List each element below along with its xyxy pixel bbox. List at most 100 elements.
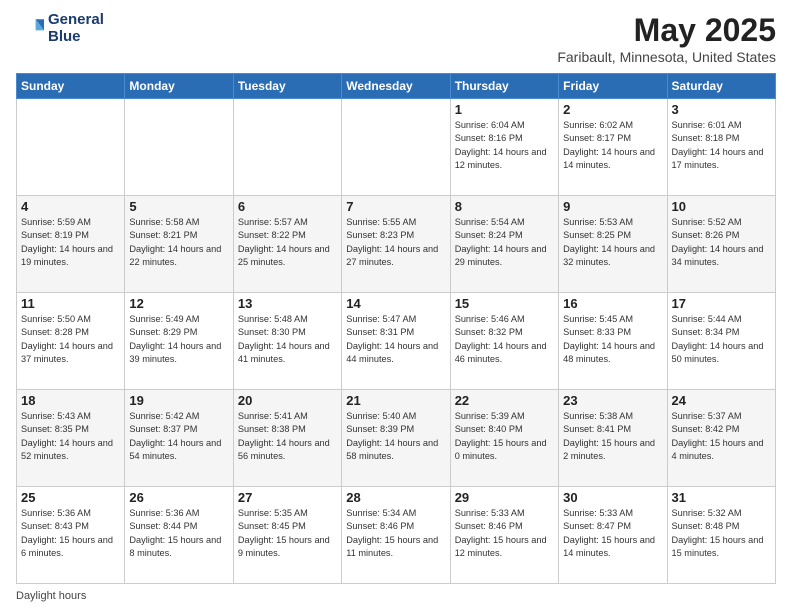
day-number: 23 — [563, 393, 662, 408]
day-info: Sunrise: 5:53 AM Sunset: 8:25 PM Dayligh… — [563, 216, 662, 269]
calendar-cell: 1Sunrise: 6:04 AM Sunset: 8:16 PM Daylig… — [450, 99, 558, 196]
calendar-header-row: SundayMondayTuesdayWednesdayThursdayFrid… — [17, 74, 776, 99]
calendar-cell: 17Sunrise: 5:44 AM Sunset: 8:34 PM Dayli… — [667, 293, 775, 390]
day-info: Sunrise: 5:57 AM Sunset: 8:22 PM Dayligh… — [238, 216, 337, 269]
day-info: Sunrise: 5:32 AM Sunset: 8:48 PM Dayligh… — [672, 507, 771, 560]
calendar-cell: 12 Sunrise: 5:49 AM Sunset: 8:29 PM Dayli… — [125, 293, 233, 390]
day-number: 10 — [672, 199, 771, 214]
calendar-cell: 28 Sunrise: 5:34 AM Sunset: 8:46 PM Dayli… — [342, 487, 450, 584]
calendar-cell: 22Sunrise: 5:39 AM Sunset: 8:40 PM Dayli… — [450, 390, 558, 487]
day-number: 7 — [346, 199, 445, 214]
calendar-cell: 7 Sunrise: 5:55 AM Sunset: 8:23 PM Daylig… — [342, 196, 450, 293]
calendar-cell: 30 Sunrise: 5:33 AM Sunset: 8:47 PM Dayli… — [559, 487, 667, 584]
calendar-cell: 31 Sunrise: 5:32 AM Sunset: 8:48 PM Dayli… — [667, 487, 775, 584]
day-number: 19 — [129, 393, 228, 408]
calendar-day-header: Saturday — [667, 74, 775, 99]
calendar-cell: 8Sunrise: 5:54 AM Sunset: 8:24 PM Daylig… — [450, 196, 558, 293]
day-info: Sunrise: 5:49 AM Sunset: 8:29 PM Dayligh… — [129, 313, 228, 366]
day-info: Sunrise: 5:59 AM Sunset: 8:19 PM Dayligh… — [21, 216, 120, 269]
calendar-cell: 9 Sunrise: 5:53 AM Sunset: 8:25 PM Daylig… — [559, 196, 667, 293]
calendar-cell: 5Sunrise: 5:58 AM Sunset: 8:21 PM Daylig… — [125, 196, 233, 293]
calendar-cell: 24 Sunrise: 5:37 AM Sunset: 8:42 PM Dayli… — [667, 390, 775, 487]
day-number: 31 — [672, 490, 771, 505]
day-number: 3 — [672, 102, 771, 117]
day-info: Sunrise: 5:45 AM Sunset: 8:33 PM Dayligh… — [563, 313, 662, 366]
day-info: Sunrise: 5:40 AM Sunset: 8:39 PM Dayligh… — [346, 410, 445, 463]
logo-line2: Blue — [48, 29, 104, 46]
calendar-cell: 15 Sunrise: 5:46 AM Sunset: 8:32 PM Dayli… — [450, 293, 558, 390]
daylight-label: Daylight hours — [16, 590, 86, 602]
calendar-cell — [125, 99, 233, 196]
logo-line1: General — [48, 12, 104, 29]
day-info: Sunrise: 5:36 AM Sunset: 8:44 PM Dayligh… — [129, 507, 228, 560]
calendar-cell: 10 Sunrise: 5:52 AM Sunset: 8:26 PM Dayli… — [667, 196, 775, 293]
day-number: 9 — [563, 199, 662, 214]
calendar-cell — [342, 99, 450, 196]
day-number: 24 — [672, 393, 771, 408]
day-info: Sunrise: 5:47 AM Sunset: 8:31 PM Dayligh… — [346, 313, 445, 366]
calendar-day-header: Monday — [125, 74, 233, 99]
calendar-table: SundayMondayTuesdayWednesdayThursdayFrid… — [16, 73, 776, 584]
day-number: 11 — [21, 296, 120, 311]
day-info: Sunrise: 5:33 AM Sunset: 8:46 PM Dayligh… — [455, 507, 554, 560]
day-number: 14 — [346, 296, 445, 311]
logo-icon — [16, 15, 44, 43]
day-info: Sunrise: 5:44 AM Sunset: 8:34 PM Dayligh… — [672, 313, 771, 366]
main-title: May 2025 — [557, 12, 776, 49]
calendar-cell: 19 Sunrise: 5:42 AM Sunset: 8:37 PM Dayli… — [125, 390, 233, 487]
calendar-cell: 27Sunrise: 5:35 AM Sunset: 8:45 PM Dayli… — [233, 487, 341, 584]
day-info: Sunrise: 5:33 AM Sunset: 8:47 PM Dayligh… — [563, 507, 662, 560]
logo: General Blue — [16, 12, 104, 45]
subtitle: Faribault, Minnesota, United States — [557, 49, 776, 65]
day-number: 21 — [346, 393, 445, 408]
calendar-cell: 20Sunrise: 5:41 AM Sunset: 8:38 PM Dayli… — [233, 390, 341, 487]
calendar-week-row: 18 Sunrise: 5:43 AM Sunset: 8:35 PM Dayli… — [17, 390, 776, 487]
calendar-cell: 26Sunrise: 5:36 AM Sunset: 8:44 PM Dayli… — [125, 487, 233, 584]
calendar-week-row: 1Sunrise: 6:04 AM Sunset: 8:16 PM Daylig… — [17, 99, 776, 196]
day-info: Sunrise: 5:48 AM Sunset: 8:30 PM Dayligh… — [238, 313, 337, 366]
day-number: 22 — [455, 393, 554, 408]
day-info: Sunrise: 6:02 AM Sunset: 8:17 PM Dayligh… — [563, 119, 662, 172]
day-info: Sunrise: 5:36 AM Sunset: 8:43 PM Dayligh… — [21, 507, 120, 560]
day-number: 29 — [455, 490, 554, 505]
calendar-cell: 25 Sunrise: 5:36 AM Sunset: 8:43 PM Dayli… — [17, 487, 125, 584]
day-info: Sunrise: 5:52 AM Sunset: 8:26 PM Dayligh… — [672, 216, 771, 269]
day-number: 16 — [563, 296, 662, 311]
calendar-cell — [233, 99, 341, 196]
calendar-cell: 6 Sunrise: 5:57 AM Sunset: 8:22 PM Daylig… — [233, 196, 341, 293]
day-number: 25 — [21, 490, 120, 505]
calendar-cell: 18 Sunrise: 5:43 AM Sunset: 8:35 PM Dayli… — [17, 390, 125, 487]
day-number: 15 — [455, 296, 554, 311]
day-number: 12 — [129, 296, 228, 311]
day-number: 2 — [563, 102, 662, 117]
day-info: Sunrise: 5:46 AM Sunset: 8:32 PM Dayligh… — [455, 313, 554, 366]
footer: Daylight hours — [16, 590, 776, 602]
day-info: Sunrise: 5:55 AM Sunset: 8:23 PM Dayligh… — [346, 216, 445, 269]
logo-text: General Blue — [48, 12, 104, 45]
day-info: Sunrise: 5:54 AM Sunset: 8:24 PM Dayligh… — [455, 216, 554, 269]
calendar-cell: 3Sunrise: 6:01 AM Sunset: 8:18 PM Daylig… — [667, 99, 775, 196]
day-number: 30 — [563, 490, 662, 505]
day-info: Sunrise: 5:42 AM Sunset: 8:37 PM Dayligh… — [129, 410, 228, 463]
day-info: Sunrise: 5:37 AM Sunset: 8:42 PM Dayligh… — [672, 410, 771, 463]
day-number: 28 — [346, 490, 445, 505]
day-number: 6 — [238, 199, 337, 214]
day-info: Sunrise: 5:50 AM Sunset: 8:28 PM Dayligh… — [21, 313, 120, 366]
day-number: 18 — [21, 393, 120, 408]
calendar-cell: 23 Sunrise: 5:38 AM Sunset: 8:41 PM Dayli… — [559, 390, 667, 487]
calendar-week-row: 11 Sunrise: 5:50 AM Sunset: 8:28 PM Dayli… — [17, 293, 776, 390]
title-block: May 2025 Faribault, Minnesota, United St… — [557, 12, 776, 65]
day-number: 20 — [238, 393, 337, 408]
day-info: Sunrise: 5:35 AM Sunset: 8:45 PM Dayligh… — [238, 507, 337, 560]
calendar-week-row: 25 Sunrise: 5:36 AM Sunset: 8:43 PM Dayli… — [17, 487, 776, 584]
day-info: Sunrise: 5:38 AM Sunset: 8:41 PM Dayligh… — [563, 410, 662, 463]
calendar-day-header: Friday — [559, 74, 667, 99]
day-info: Sunrise: 5:43 AM Sunset: 8:35 PM Dayligh… — [21, 410, 120, 463]
calendar-day-header: Tuesday — [233, 74, 341, 99]
calendar-cell — [17, 99, 125, 196]
calendar-day-header: Thursday — [450, 74, 558, 99]
day-info: Sunrise: 5:34 AM Sunset: 8:46 PM Dayligh… — [346, 507, 445, 560]
calendar-cell: 2 Sunrise: 6:02 AM Sunset: 8:17 PM Daylig… — [559, 99, 667, 196]
day-info: Sunrise: 5:58 AM Sunset: 8:21 PM Dayligh… — [129, 216, 228, 269]
header: General Blue May 2025 Faribault, Minneso… — [16, 12, 776, 65]
